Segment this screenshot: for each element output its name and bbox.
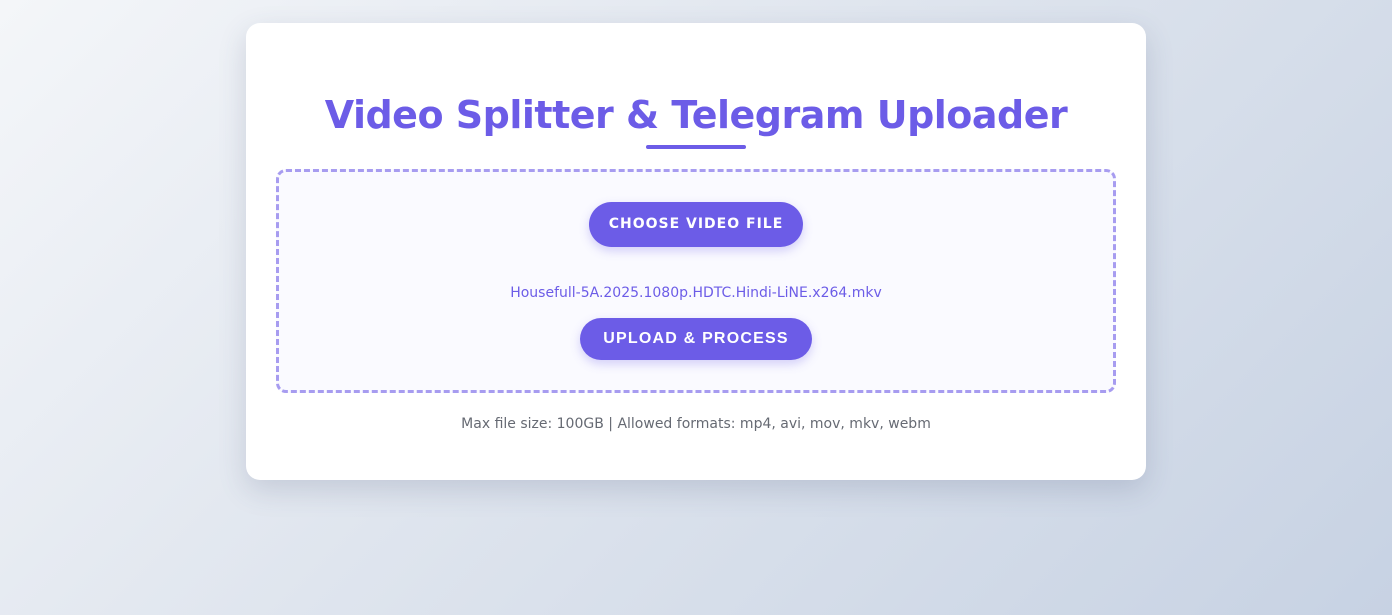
choose-video-file-button[interactable]: CHOOSE VIDEO FILE bbox=[589, 202, 803, 247]
upload-card: Video Splitter & Telegram Uploader CHOOS… bbox=[246, 23, 1146, 480]
title-underline bbox=[646, 145, 746, 149]
file-limits-info: Max file size: 100GB | Allowed formats: … bbox=[461, 416, 931, 432]
file-drop-zone[interactable]: CHOOSE VIDEO FILE Housefull-5A.2025.1080… bbox=[276, 169, 1116, 393]
upload-and-process-button[interactable]: UPLOAD & PROCESS bbox=[580, 318, 812, 360]
page-title: Video Splitter & Telegram Uploader bbox=[324, 93, 1068, 137]
selected-file-name: Housefull-5A.2025.1080p.HDTC.Hindi-LiNE.… bbox=[510, 285, 882, 301]
